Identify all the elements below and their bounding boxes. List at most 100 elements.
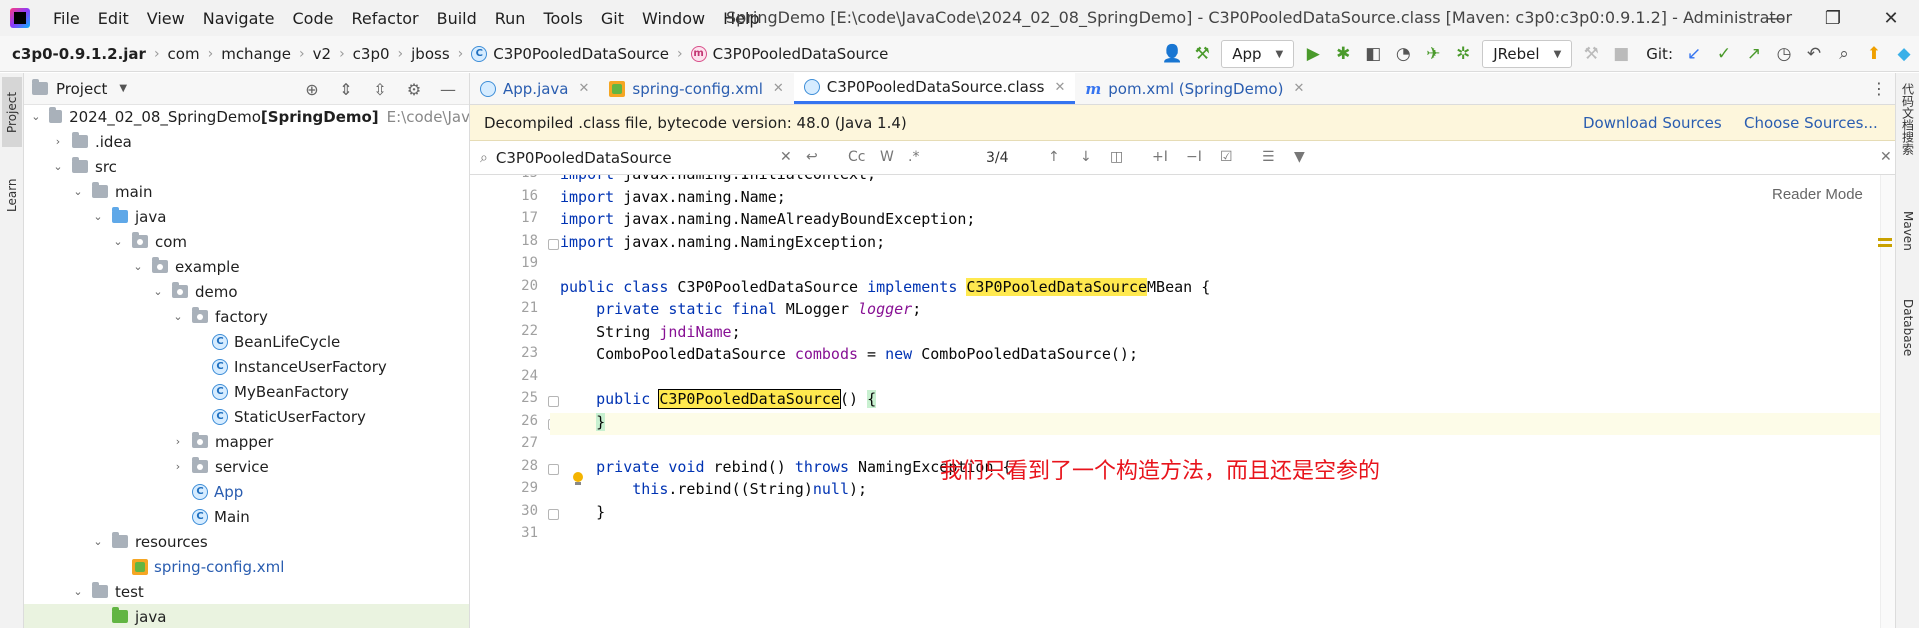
menu-run[interactable]: Run: [486, 9, 535, 28]
breadcrumb-c3p0[interactable]: c3p0: [353, 45, 390, 63]
jrebel-debug-icon[interactable]: ✲: [1448, 39, 1478, 69]
tree-item[interactable]: ⌄ resources: [24, 529, 469, 554]
close-tab-icon[interactable]: ✕: [773, 81, 784, 96]
git-commit-icon[interactable]: ✓: [1709, 39, 1739, 69]
build-hammer-icon[interactable]: ⚒: [1187, 39, 1217, 69]
breadcrumb-class[interactable]: C3P0PooledDataSource: [493, 45, 669, 63]
tree-item[interactable]: › .idea: [24, 129, 469, 154]
expand-all-icon[interactable]: ⇕: [329, 74, 363, 104]
code-line[interactable]: private static final MLogger logger;: [560, 300, 921, 323]
menu-navigate[interactable]: Navigate: [194, 9, 284, 28]
menu-edit[interactable]: Edit: [89, 9, 138, 28]
gear-icon[interactable]: ⚙: [397, 74, 431, 104]
filter-options-icon[interactable]: ☰: [1262, 149, 1275, 165]
close-icon[interactable]: ✕: [1868, 0, 1914, 36]
breadcrumb-jboss[interactable]: jboss: [411, 45, 450, 63]
git-update-icon[interactable]: ↙: [1679, 39, 1709, 69]
close-tab-icon[interactable]: ✕: [1293, 81, 1304, 96]
chevron-down-icon[interactable]: ⌄: [29, 110, 43, 123]
code-line[interactable]: import javax.naming.NameAlreadyBoundExce…: [560, 210, 975, 233]
regex-icon[interactable]: .*: [908, 149, 919, 165]
tab-pom-xml[interactable]: m pom.xml (SpringDemo) ✕: [1075, 73, 1314, 104]
breadcrumb-v2[interactable]: v2: [313, 45, 331, 63]
chevron-down-icon[interactable]: ⌄: [150, 285, 166, 298]
tree-item[interactable]: ⌄ 2024_02_08_SpringDemo [SpringDemo] E:\co…: [24, 104, 469, 129]
chevron-down-icon[interactable]: ⌄: [70, 585, 86, 598]
breadcrumb-member[interactable]: C3P0PooledDataSource: [713, 45, 889, 63]
chevron-down-icon[interactable]: ⌄: [90, 535, 106, 548]
tool-tab-learn[interactable]: Learn: [2, 165, 22, 225]
tree-item[interactable]: ⌄ test: [24, 579, 469, 604]
add-occurrence-icon[interactable]: +I: [1152, 149, 1168, 165]
collapse-all-icon[interactable]: ⇳: [363, 74, 397, 104]
chevron-down-icon[interactable]: ⌄: [50, 160, 66, 173]
search-icon[interactable]: ⌕: [1829, 39, 1859, 69]
menu-git[interactable]: Git: [592, 9, 633, 28]
project-view-selector[interactable]: Project ▼: [32, 79, 127, 98]
tab-app-java[interactable]: App.java ✕: [470, 73, 599, 104]
tab-c3p0-class[interactable]: C3P0PooledDataSource.class ✕: [793, 73, 1076, 104]
code-line[interactable]: import javax.naming.InitialContext;: [560, 175, 876, 188]
breadcrumb-mchange[interactable]: mchange: [221, 45, 291, 63]
restore-icon[interactable]: ❐: [1810, 0, 1856, 36]
history-icon[interactable]: ◷: [1769, 39, 1799, 69]
toolbox-icon[interactable]: ◆: [1889, 39, 1919, 69]
hammer-disabled-icon[interactable]: ⚒: [1576, 39, 1606, 69]
tree-item[interactable]: ⌄ com: [24, 229, 469, 254]
reader-mode-button[interactable]: Reader Mode: [1772, 186, 1863, 203]
tree-item[interactable]: ⌄ main: [24, 179, 469, 204]
next-occurrence-icon[interactable]: ↓: [1080, 149, 1092, 165]
search-input[interactable]: C3P0PooledDataSource: [496, 149, 672, 167]
chevron-down-icon[interactable]: ⌄: [110, 235, 126, 248]
menu-window[interactable]: Window: [633, 9, 714, 28]
more-vertical-icon[interactable]: ⋮: [1871, 79, 1887, 98]
code-line[interactable]: public class C3P0PooledDataSource implem…: [560, 277, 1210, 301]
whole-words-icon[interactable]: W: [880, 149, 894, 165]
fold-marker-icon[interactable]: [548, 463, 559, 475]
close-tab-icon[interactable]: ✕: [579, 81, 590, 96]
chevron-down-icon[interactable]: ⌄: [70, 185, 86, 198]
code-line[interactable]: }: [560, 503, 605, 526]
tree-item[interactable]: ⌄ demo: [24, 279, 469, 304]
menu-tools[interactable]: Tools: [534, 9, 591, 28]
close-tab-icon[interactable]: ✕: [1055, 80, 1066, 95]
code-line[interactable]: public C3P0PooledDataSource() {: [560, 389, 877, 413]
tree-item[interactable]: ⌄ java: [24, 204, 469, 229]
breadcrumb-com[interactable]: com: [168, 45, 200, 63]
menu-code[interactable]: Code: [284, 9, 343, 28]
chevron-down-icon[interactable]: ⌄: [170, 310, 186, 323]
previous-occurrence-icon[interactable]: ↑: [1048, 149, 1060, 165]
run-config-select[interactable]: App ▼: [1221, 40, 1295, 68]
tree-item[interactable]: C BeanLifeCycle: [24, 329, 469, 354]
tree-item[interactable]: java: [24, 604, 469, 628]
lightbulb-icon[interactable]: [572, 472, 584, 486]
code-line[interactable]: }: [550, 412, 1895, 435]
tool-tab-maven[interactable]: Maven: [1898, 211, 1918, 281]
chevron-right-icon[interactable]: ›: [170, 460, 186, 473]
update-icon[interactable]: ⬆: [1859, 39, 1889, 69]
debug-icon[interactable]: ✱: [1328, 39, 1358, 69]
code-line[interactable]: ComboPooledDataSource combods = new Comb…: [560, 345, 1138, 368]
open-in-window-icon[interactable]: ◫: [1110, 149, 1123, 165]
menu-refactor[interactable]: Refactor: [342, 9, 427, 28]
fold-marker-icon[interactable]: [548, 396, 559, 407]
newline-icon[interactable]: ↩: [806, 149, 818, 165]
match-case-icon[interactable]: Cc: [848, 149, 865, 165]
code-line[interactable]: import javax.naming.NamingException;: [560, 233, 885, 256]
choose-sources-link[interactable]: Choose Sources...: [1744, 114, 1878, 132]
tab-spring-config-xml[interactable]: spring-config.xml ✕: [599, 73, 793, 104]
tree-item[interactable]: ⌄ factory: [24, 304, 469, 329]
tool-tab-project[interactable]: Project: [2, 77, 22, 147]
download-sources-link[interactable]: Download Sources: [1583, 114, 1722, 132]
remove-occurrence-icon[interactable]: −I: [1186, 149, 1202, 165]
tree-item[interactable]: spring-config.xml: [24, 554, 469, 579]
tree-item[interactable]: ⌄ src: [24, 154, 469, 179]
run-icon[interactable]: ▶: [1298, 39, 1328, 69]
chevron-right-icon[interactable]: ›: [50, 135, 66, 148]
select-all-occurrences-icon[interactable]: ☑: [1220, 149, 1233, 165]
user-icon[interactable]: 👤: [1157, 39, 1187, 69]
menu-view[interactable]: View: [138, 9, 194, 28]
jrebel-select[interactable]: JRebel ▼: [1482, 40, 1573, 68]
code-line[interactable]: String jndiName;: [560, 323, 741, 346]
editor-scrollbar[interactable]: [1880, 175, 1895, 628]
